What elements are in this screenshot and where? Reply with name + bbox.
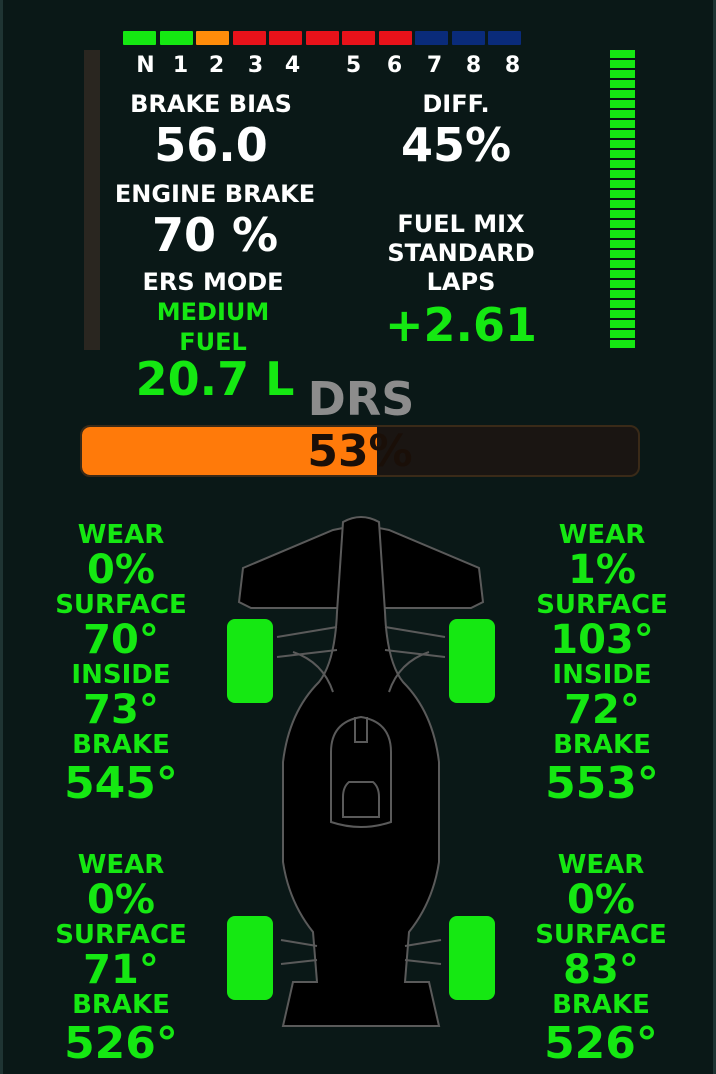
throttle-level-bar: [610, 48, 635, 348]
throttle-segment: [610, 280, 635, 288]
brake-bias-value: 56.0: [154, 118, 268, 172]
tyre-rear-left-panel: WEAR 0% SURFACE 71° BRAKE 526°: [21, 848, 221, 1066]
gear-label: 5: [345, 53, 363, 78]
rl-brake-value: 526°: [64, 1018, 178, 1069]
engine-brake-value: 70 %: [151, 208, 279, 262]
dashboard-frame: N123456788 BRAKE BIAS 56.0 DIFF. 45% ENG…: [0, 0, 716, 1074]
ers-mode-value: MEDIUM: [156, 298, 270, 326]
rl-wear-value: 0%: [87, 877, 155, 923]
throttle-segment: [610, 300, 635, 308]
throttle-segment: [610, 220, 635, 228]
laps-label: LAPS: [426, 268, 496, 296]
tyre-front-right-panel: WEAR 1% SURFACE 103° INSIDE 72° BRAKE 55…: [502, 518, 702, 806]
throttle-segment: [610, 150, 635, 158]
throttle-segment: [610, 110, 635, 118]
gear-label: 4: [284, 53, 302, 78]
engine-brake-label: ENGINE BRAKE: [114, 180, 316, 208]
throttle-segment: [610, 270, 635, 278]
fuel-mix-label: FUEL MIX: [397, 210, 525, 238]
throttle-segment: [610, 100, 635, 108]
rr-wear-value: 0%: [567, 877, 635, 923]
throttle-segment: [610, 120, 635, 128]
fr-surface-value: 103°: [550, 617, 654, 663]
fl-brake-value: 545°: [64, 758, 178, 809]
rpm-led: [415, 31, 448, 45]
brake-bias-label: BRAKE BIAS: [130, 90, 292, 118]
rpm-led: [451, 31, 485, 45]
rr-brake-value: 526°: [544, 1018, 658, 1069]
rpm-led: [232, 31, 266, 45]
rpm-led: [123, 31, 156, 45]
throttle-segment: [610, 240, 635, 248]
fuel-value: 20.7 L: [135, 352, 295, 406]
rpm-led: [269, 31, 302, 45]
brake-level-bar: [84, 50, 100, 350]
fr-brake-label: BRAKE: [553, 730, 651, 760]
rr-surface-value: 83°: [563, 947, 639, 993]
rpm-led: [378, 31, 412, 45]
throttle-segment: [610, 170, 635, 178]
throttle-segment: [610, 310, 635, 318]
throttle-segment: [610, 260, 635, 268]
fr-inside-value: 72°: [564, 687, 640, 733]
gear-label: 1: [172, 53, 190, 78]
fl-wear-value: 0%: [87, 547, 155, 593]
throttle-segment: [610, 330, 635, 338]
diff-label: DIFF.: [422, 90, 490, 118]
gear-label: 8: [504, 53, 522, 78]
throttle-segment: [610, 130, 635, 138]
throttle-segment: [610, 200, 635, 208]
throttle-segment: [610, 160, 635, 168]
rear-right-wheel-icon: [449, 916, 495, 1000]
throttle-segment: [610, 210, 635, 218]
diff-value: 45%: [400, 118, 512, 172]
throttle-segment: [610, 140, 635, 148]
rpm-led: [196, 31, 229, 45]
throttle-segment: [610, 230, 635, 238]
gear-label: 7: [426, 53, 444, 78]
fr-wear-value: 1%: [568, 547, 636, 593]
fr-brake-value: 553°: [545, 758, 659, 809]
throttle-segment: [610, 250, 635, 258]
front-right-wheel-icon: [449, 619, 495, 703]
gear-label: 2: [208, 53, 226, 78]
rl-surface-value: 71°: [83, 947, 159, 993]
throttle-segment: [610, 320, 635, 328]
tyre-front-left-panel: WEAR 0% SURFACE 70° INSIDE 73° BRAKE 545…: [21, 518, 221, 806]
throttle-segment: [610, 50, 635, 58]
throttle-segment: [610, 60, 635, 68]
ers-mode-label: ERS MODE: [142, 268, 284, 296]
gear-label: 8: [465, 53, 483, 78]
throttle-segment: [610, 180, 635, 188]
drs-percentage: 53%: [307, 426, 413, 477]
laps-value: +2.61: [384, 298, 538, 352]
tyre-rear-right-panel: WEAR 0% SURFACE 83° BRAKE 526°: [501, 848, 701, 1066]
fl-brake-label: BRAKE: [72, 730, 170, 760]
fl-inside-value: 73°: [83, 687, 159, 733]
throttle-segment: [610, 190, 635, 198]
gear-label: 6: [386, 53, 404, 78]
rpm-led: [342, 31, 375, 45]
front-left-wheel-icon: [227, 619, 273, 703]
rpm-led: [159, 31, 193, 45]
throttle-segment: [610, 80, 635, 88]
gear-label: N: [136, 53, 156, 78]
gear-label: 3: [247, 53, 265, 78]
fl-surface-value: 70°: [83, 617, 159, 663]
throttle-segment: [610, 340, 635, 348]
throttle-segment: [610, 70, 635, 78]
throttle-segment: [610, 290, 635, 298]
fuel-mix-value: STANDARD: [387, 239, 535, 267]
rpm-led: [305, 31, 339, 45]
rr-brake-label: BRAKE: [552, 990, 650, 1020]
rpm-led: [488, 31, 521, 45]
throttle-segment: [610, 90, 635, 98]
drs-label: DRS: [307, 372, 415, 426]
rl-brake-label: BRAKE: [72, 990, 170, 1020]
rear-left-wheel-icon: [227, 916, 273, 1000]
